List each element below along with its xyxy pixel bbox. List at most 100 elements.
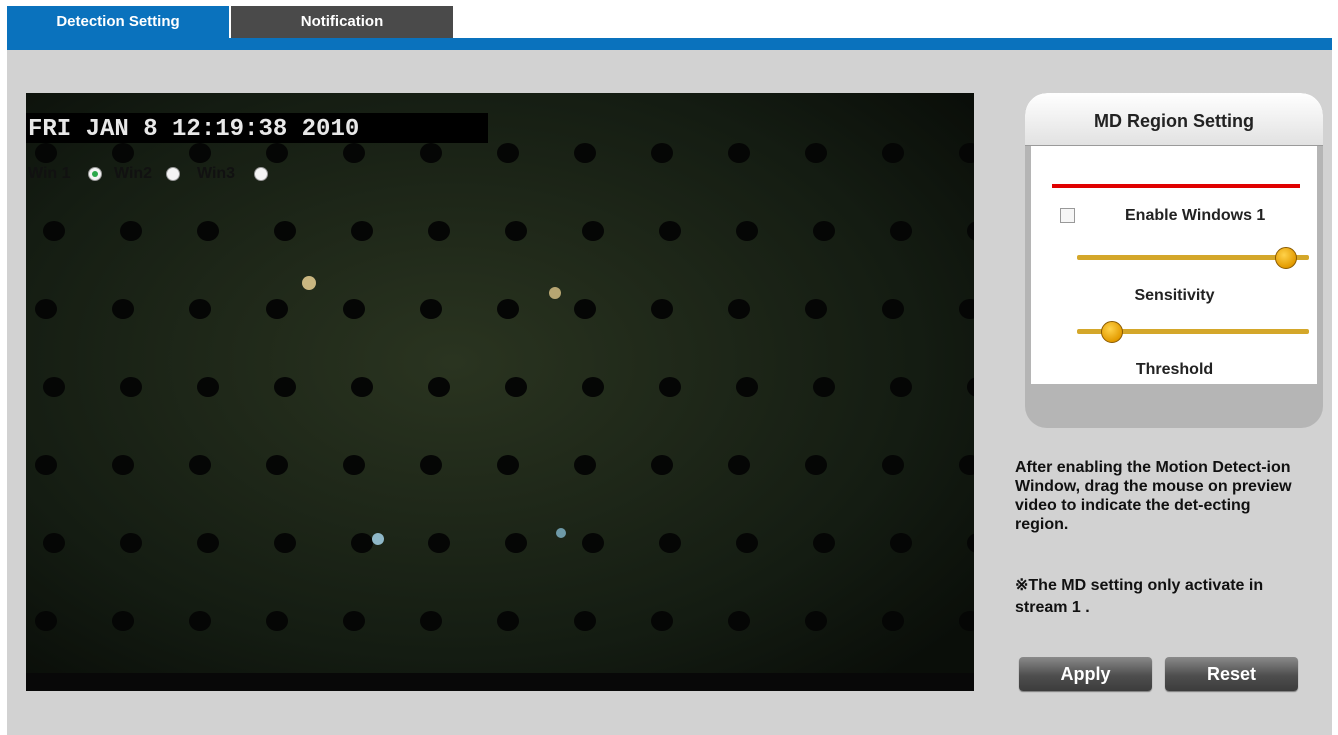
pegboard-hole <box>189 143 211 163</box>
pegboard-hole <box>651 455 673 475</box>
win2-label: Win2 <box>114 165 153 182</box>
pegboard-hole <box>497 611 519 631</box>
osd-timestamp-box: FRI JAN 8 12:19:38 2010 <box>26 113 488 143</box>
pegboard-hole <box>728 143 750 163</box>
pegboard-hole <box>35 143 57 163</box>
pegboard-hole <box>882 143 904 163</box>
pegboard-hole <box>505 221 527 241</box>
pegboard-hole <box>274 221 296 241</box>
pegboard-hole <box>35 455 57 475</box>
pegboard-hole <box>120 377 142 397</box>
pegboard-hole <box>189 611 211 631</box>
pegboard-hole <box>890 533 912 553</box>
pegboard-hole <box>343 143 365 163</box>
sensitivity-slider-handle[interactable] <box>1274 247 1297 269</box>
pegboard-hole <box>189 455 211 475</box>
pegboard-hole <box>497 143 519 163</box>
pegboard-hole <box>351 377 373 397</box>
pegboard-hole <box>736 377 758 397</box>
pegboard-hole <box>659 533 681 553</box>
threshold-slider-handle[interactable] <box>1100 321 1123 343</box>
pegboard-hole <box>112 299 134 319</box>
pegboard-hole <box>813 533 835 553</box>
win1-label: Win 1 <box>28 165 71 182</box>
pegboard-hole <box>582 221 604 241</box>
pegboard-hole <box>505 377 527 397</box>
reset-button[interactable]: Reset <box>1165 657 1298 691</box>
pegboard-hole <box>882 455 904 475</box>
pegboard-hole <box>728 611 750 631</box>
pegboard-hole <box>343 455 365 475</box>
win1-option[interactable]: Win 1 <box>28 165 102 183</box>
pegboard-hole <box>112 611 134 631</box>
pegboard-hole <box>266 455 288 475</box>
pegboard-hole <box>805 611 827 631</box>
apply-button[interactable]: Apply <box>1019 657 1152 691</box>
md-panel-body <box>1031 146 1317 384</box>
pegboard-hole <box>420 299 442 319</box>
pegboard-hole <box>497 299 519 319</box>
enable-window-checkbox[interactable] <box>1060 208 1075 223</box>
pegboard-hole <box>428 377 450 397</box>
tab-notification[interactable]: Notification <box>231 6 453 38</box>
pegboard-hole <box>274 377 296 397</box>
pegboard-hole <box>266 299 288 319</box>
win3-label: Win3 <box>197 165 236 182</box>
pegboard-hole <box>197 377 219 397</box>
win2-radio[interactable] <box>166 167 180 181</box>
pegboard-hole <box>351 533 373 553</box>
pegboard-hole <box>574 455 596 475</box>
pegboard-hole <box>582 377 604 397</box>
pegboard-hole <box>120 533 142 553</box>
pegboard-hole <box>651 611 673 631</box>
pegboard-hole <box>574 143 596 163</box>
pegboard-hole <box>497 455 519 475</box>
pegboard-hole <box>428 533 450 553</box>
pegboard-hole <box>35 611 57 631</box>
tab-detection-setting[interactable]: Detection Setting <box>7 6 229 38</box>
pegboard-hole <box>582 533 604 553</box>
win3-radio[interactable] <box>254 167 268 181</box>
pegboard-hole <box>420 611 442 631</box>
pegboard-hole <box>35 299 57 319</box>
pegboard-hole <box>189 299 211 319</box>
win1-radio[interactable] <box>88 167 102 181</box>
win3-option[interactable]: Win3 <box>197 165 268 183</box>
pegboard-hole <box>882 299 904 319</box>
pegboard-hole <box>343 299 365 319</box>
pegboard-hole <box>651 143 673 163</box>
help-text: After enabling the Motion Detect-ion Win… <box>1015 459 1292 533</box>
pegboard-hole <box>351 221 373 241</box>
pegboard-hole <box>120 221 142 241</box>
pegboard-hole <box>813 377 835 397</box>
pegboard-hole <box>736 533 758 553</box>
enable-window-label: Enable Windows 1 <box>1125 207 1266 224</box>
pegboard-hole <box>43 221 65 241</box>
pegboard-hole <box>420 455 442 475</box>
pegboard-hole <box>197 221 219 241</box>
tab-underline-bar <box>7 38 1332 50</box>
pegboard-hole <box>112 455 134 475</box>
stream-note: ※The MD setting only activate in stream … <box>1015 577 1264 616</box>
pegboard-hole <box>659 377 681 397</box>
pegboard-hole <box>343 611 365 631</box>
win2-option[interactable]: Win2 <box>114 165 180 183</box>
pegboard-hole <box>728 299 750 319</box>
pegboard-hole <box>112 143 134 163</box>
pegboard-hole <box>420 143 442 163</box>
pegboard-hole <box>574 611 596 631</box>
pegboard-hole <box>274 533 296 553</box>
pegboard-hole <box>659 221 681 241</box>
threshold-label: Threshold <box>1135 361 1214 378</box>
pegboard-hole <box>505 533 527 553</box>
pegboard-hole <box>728 455 750 475</box>
pegboard-hole <box>805 299 827 319</box>
pegboard-hole <box>736 221 758 241</box>
pegboard-hole <box>882 611 904 631</box>
pegboard-hole <box>574 299 596 319</box>
osd-timestamp: FRI JAN 8 12:19:38 2010 <box>28 116 359 143</box>
md-panel-title: MD Region Setting <box>1025 93 1323 146</box>
pegboard-hole <box>813 221 835 241</box>
selected-window-underline <box>1052 184 1300 188</box>
pegboard-hole <box>805 455 827 475</box>
